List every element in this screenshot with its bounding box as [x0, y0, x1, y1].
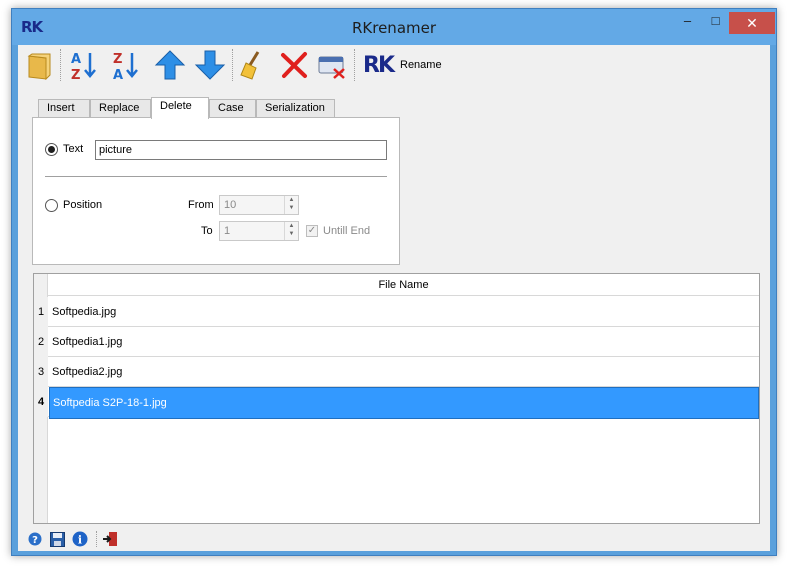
sort-desc-glyph-z: Z	[113, 52, 122, 67]
move-down-button[interactable]	[194, 49, 226, 81]
row-number: 1	[34, 297, 48, 327]
table-row[interactable]: 3 Softpedia2.jpg	[34, 357, 759, 387]
until-end-label[interactable]: Untill End	[323, 225, 370, 237]
info-icon: i	[72, 531, 88, 547]
tab-case[interactable]: Case	[209, 99, 256, 118]
text-option-label[interactable]: Text	[63, 143, 83, 155]
from-stepper-arrows[interactable]: ▲ ▼	[284, 196, 298, 214]
tab-delete[interactable]: Delete	[151, 97, 209, 119]
row-number: 3	[34, 357, 48, 387]
maximize-button[interactable]: □	[702, 12, 729, 32]
toolbar-separator	[232, 49, 233, 81]
clear-list-button[interactable]	[316, 49, 348, 81]
minimize-button[interactable]: –	[674, 12, 701, 32]
move-up-button[interactable]	[154, 49, 186, 81]
status-bar: ? i	[18, 527, 770, 551]
position-option-label[interactable]: Position	[63, 199, 102, 211]
file-name-cell[interactable]: Softpedia1.jpg	[49, 327, 759, 357]
sort-asc-glyph-z: Z	[71, 68, 80, 81]
toolbar: A Z Z A RK Rename	[18, 45, 770, 85]
file-list-grid[interactable]: File Name 1 Softpedia.jpg 2 Softpedia1.j…	[33, 273, 760, 524]
from-value: 10	[224, 199, 237, 211]
to-label: To	[201, 225, 213, 237]
move-up-icon	[154, 50, 186, 80]
svg-text:?: ?	[32, 535, 38, 546]
to-stepper-arrows[interactable]: ▲ ▼	[284, 222, 298, 240]
help-button[interactable]: ?	[27, 531, 43, 547]
rename-label[interactable]: Rename	[400, 59, 442, 71]
help-icon: ?	[28, 532, 42, 546]
file-name-column-header[interactable]: File Name	[48, 274, 759, 296]
table-row[interactable]: 2 Softpedia1.jpg	[34, 327, 759, 357]
save-button[interactable]	[49, 531, 65, 547]
file-name-cell[interactable]: Softpedia S2P-18-1.jpg	[49, 387, 759, 419]
remove-button[interactable]	[278, 49, 310, 81]
sort-ascending-button[interactable]: A Z	[68, 49, 100, 81]
to-value: 1	[224, 225, 231, 237]
sort-asc-glyph-a: A	[71, 52, 81, 67]
sort-descending-button[interactable]: Z A	[110, 49, 142, 81]
to-stepper[interactable]: 1 ▲ ▼	[219, 221, 299, 241]
delete-text-input[interactable]: picture	[95, 140, 387, 160]
sort-descending-icon: Z A	[113, 52, 138, 81]
exit-icon	[103, 532, 117, 546]
clear-broom-icon	[240, 51, 260, 80]
from-stepper[interactable]: 10 ▲ ▼	[219, 195, 299, 215]
client-area: A Z Z A RK Rename Insert Replace Delete …	[18, 45, 770, 551]
sort-ascending-icon: A Z	[71, 52, 96, 81]
tab-replace[interactable]: Replace	[90, 99, 151, 118]
title-bar[interactable]: RK RKrenamer – □ ✕	[12, 9, 776, 45]
row-number: 2	[34, 327, 48, 357]
file-name-cell[interactable]: Softpedia.jpg	[49, 297, 759, 327]
delete-panel: Text picture Position From 10 ▲ ▼ To 1 ▲ ▼…	[32, 117, 400, 265]
table-row[interactable]: 1 Softpedia.jpg	[34, 297, 759, 327]
statusbar-separator	[96, 531, 97, 547]
until-end-checkbox[interactable]: ✓	[306, 225, 318, 237]
move-down-icon	[194, 50, 226, 80]
info-button[interactable]: i	[72, 531, 88, 547]
clear-list-icon	[318, 56, 345, 79]
position-option-radio[interactable]	[45, 199, 58, 212]
from-label: From	[188, 199, 214, 211]
app-window: RK RKrenamer – □ ✕ A Z Z A RK Rename Ins…	[11, 8, 777, 556]
window-title: RKrenamer	[351, 19, 437, 37]
sort-desc-glyph-a: A	[113, 68, 123, 81]
text-option-radio[interactable]	[45, 143, 58, 156]
row-number: 4	[34, 387, 48, 417]
open-folder-icon	[27, 53, 51, 80]
tab-insert[interactable]: Insert	[38, 99, 90, 118]
rename-button[interactable]: RK	[360, 49, 396, 81]
close-button[interactable]: ✕	[729, 12, 775, 34]
table-row-selected[interactable]: 4 Softpedia S2P-18-1.jpg	[34, 387, 759, 419]
remove-icon	[281, 52, 307, 78]
save-icon	[49, 531, 65, 547]
tab-serialization[interactable]: Serialization	[256, 99, 335, 118]
file-name-cell[interactable]: Softpedia2.jpg	[49, 357, 759, 387]
toolbar-separator	[354, 49, 355, 81]
open-folder-button[interactable]	[24, 49, 56, 81]
rename-logo-icon: RK	[363, 52, 395, 78]
exit-button[interactable]	[102, 531, 118, 547]
svg-text:i: i	[78, 534, 82, 547]
clear-broom-button[interactable]	[238, 49, 270, 81]
panel-divider	[45, 176, 387, 177]
toolbar-separator	[60, 49, 61, 81]
